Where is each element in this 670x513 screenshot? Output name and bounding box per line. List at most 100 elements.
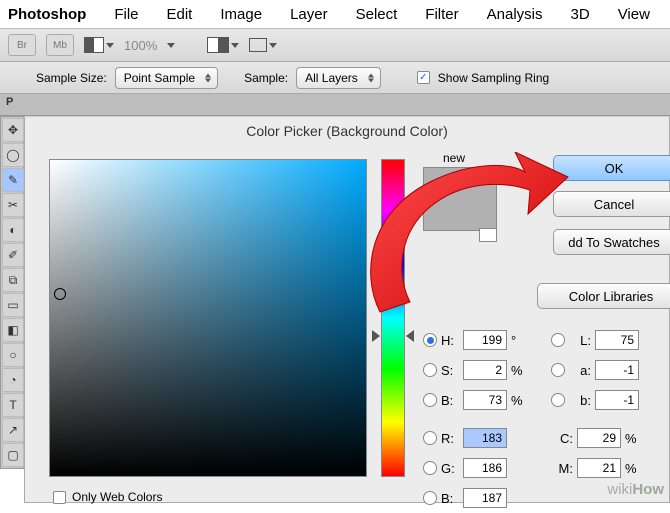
arrange-documents-dropdown[interactable]	[207, 37, 239, 53]
rgb-b-input[interactable]: 187	[463, 488, 507, 508]
tool-blur[interactable]: ○	[2, 343, 24, 367]
only-web-colors: Only Web Colors	[53, 490, 162, 504]
document-tab-strip: P	[0, 94, 670, 116]
grid-icon	[84, 37, 104, 53]
tools-panel: ✥ ◯ ✎ ✂ ◐ ✐ ⧉ ▭ ◧ ○ ◔ T ↗ ▢	[0, 116, 24, 469]
tool-brush[interactable]: ✐	[2, 243, 24, 267]
tool-crop[interactable]: ✂	[2, 193, 24, 217]
b-label: B:	[441, 393, 463, 408]
menu-layer[interactable]: Layer	[276, 6, 342, 23]
c-unit: %	[621, 431, 639, 446]
color-libraries-button[interactable]: Color Libraries	[537, 283, 670, 309]
m-input[interactable]: 21	[577, 458, 621, 478]
color-picker-dialog: Color Picker (Background Color) new OK C…	[24, 116, 670, 503]
s-unit: %	[507, 363, 525, 378]
bridge-button[interactable]: Br	[8, 34, 36, 56]
g-label: G:	[441, 461, 463, 476]
menu-analysis[interactable]: Analysis	[473, 6, 557, 23]
menu-filter[interactable]: Filter	[411, 6, 472, 23]
chevron-down-icon	[269, 43, 277, 48]
sample-size-label: Sample Size:	[36, 71, 107, 85]
b-unit: %	[507, 393, 525, 408]
view-extras-dropdown[interactable]	[84, 37, 114, 53]
new-color-label: new	[443, 151, 465, 165]
c-label: C:	[551, 431, 573, 446]
menu-view[interactable]: View	[604, 6, 664, 23]
layout-icon	[207, 37, 229, 53]
hue-pointer-left-icon	[372, 330, 380, 342]
c-input[interactable]: 29	[577, 428, 621, 448]
l-label: L:	[569, 333, 591, 348]
watermark: wikiHow	[607, 481, 664, 499]
h-label: H:	[441, 333, 463, 348]
b-input[interactable]: 73	[463, 390, 507, 410]
minibridge-button[interactable]: Mb	[46, 34, 74, 56]
color-field-marker[interactable]	[54, 288, 66, 300]
tool-hand[interactable]: ✥	[2, 118, 24, 142]
color-field[interactable]	[49, 159, 367, 477]
tool-type[interactable]: T	[2, 393, 24, 417]
lab-b-label: b:	[569, 393, 591, 408]
g-radio[interactable]	[423, 461, 437, 475]
chevron-down-icon	[167, 43, 175, 48]
l-radio[interactable]	[551, 333, 565, 347]
tool-eraser[interactable]: ▭	[2, 293, 24, 317]
a-input[interactable]: -1	[595, 360, 639, 380]
l-input[interactable]: 75	[595, 330, 639, 350]
sample-select[interactable]: All Layers	[296, 67, 381, 89]
g-input[interactable]: 186	[463, 458, 507, 478]
menu-select[interactable]: Select	[342, 6, 412, 23]
s-radio[interactable]	[423, 363, 437, 377]
h-radio[interactable]	[423, 333, 437, 347]
zoom-level[interactable]: 100%	[124, 38, 157, 53]
only-web-colors-checkbox[interactable]	[53, 491, 66, 504]
ok-button[interactable]: OK	[553, 155, 670, 181]
tool-shape[interactable]: ▢	[2, 443, 24, 467]
only-web-colors-label: Only Web Colors	[72, 490, 162, 504]
screen-mode-dropdown[interactable]	[249, 38, 277, 52]
hue-pointer-right-icon	[406, 330, 414, 342]
app-name: Photoshop	[4, 6, 100, 23]
tool-heal[interactable]: ◐	[2, 218, 24, 242]
tool-clone[interactable]: ⧉	[2, 268, 24, 292]
show-sampling-ring-checkbox[interactable]: ✓	[417, 71, 430, 84]
sample-size-value: Point Sample	[124, 71, 195, 85]
select-arrows-icon	[205, 73, 211, 82]
select-arrows-icon	[368, 73, 374, 82]
options-bar-2: Sample Size: Point Sample Sample: All La…	[0, 62, 670, 94]
lab-b-input[interactable]: -1	[595, 390, 639, 410]
lab-b-radio[interactable]	[551, 393, 565, 407]
dialog-title: Color Picker (Background Color)	[25, 117, 669, 145]
tool-path[interactable]: ↗	[2, 418, 24, 442]
b-radio[interactable]	[423, 393, 437, 407]
tool-dodge[interactable]: ◔	[2, 368, 24, 392]
menu-bar: Photoshop File Edit Image Layer Select F…	[0, 0, 670, 28]
s-input[interactable]: 2	[463, 360, 507, 380]
m-label: M:	[551, 461, 573, 476]
cancel-button[interactable]: Cancel	[553, 191, 670, 217]
color-swatch[interactable]	[423, 167, 497, 231]
rgb-b-label: B:	[441, 491, 463, 506]
r-input[interactable]: 183	[463, 428, 507, 448]
tool-eyedropper[interactable]: ✎	[2, 168, 24, 192]
sample-size-select[interactable]: Point Sample	[115, 67, 218, 89]
options-bar-1: Br Mb 100%	[0, 28, 670, 62]
menu-edit[interactable]: Edit	[153, 6, 207, 23]
tool-lasso[interactable]: ◯	[2, 143, 24, 167]
screen-icon	[249, 38, 267, 52]
a-radio[interactable]	[551, 363, 565, 377]
tool-gradient[interactable]: ◧	[2, 318, 24, 342]
menu-image[interactable]: Image	[206, 6, 276, 23]
menu-3d[interactable]: 3D	[557, 6, 604, 23]
h-input[interactable]: 199	[463, 330, 507, 350]
h-unit: °	[507, 333, 525, 348]
add-to-swatches-button[interactable]: dd To Swatches	[553, 229, 670, 255]
m-unit: %	[621, 461, 639, 476]
a-label: a:	[569, 363, 591, 378]
chevron-down-icon	[106, 43, 114, 48]
hue-slider[interactable]	[381, 159, 405, 477]
menu-file[interactable]: File	[100, 6, 152, 23]
r-radio[interactable]	[423, 431, 437, 445]
s-label: S:	[441, 363, 463, 378]
chevron-down-icon	[231, 43, 239, 48]
